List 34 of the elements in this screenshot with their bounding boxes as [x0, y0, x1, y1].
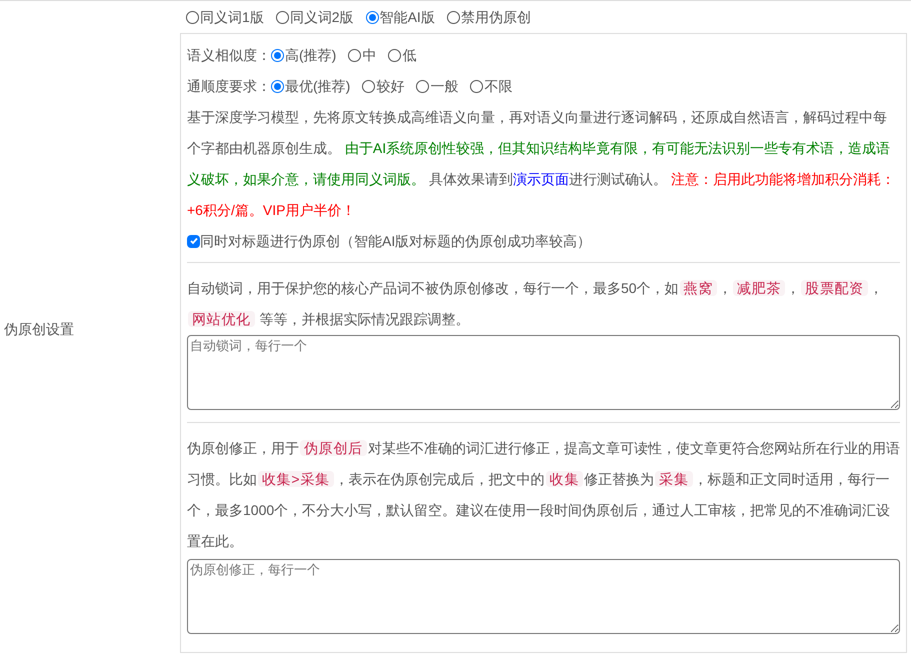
radio-label: 中 — [362, 46, 376, 65]
radio-button[interactable] — [186, 10, 199, 24]
ai-description: 基于深度学习模型，先将原文转换成高维语义向量，再对语义向量进行逐词解码，还原成自然语言，解码过程中每个字都由机器原创生成。 由于AI系统原创性较强，但其知识结构毕竟有限，有可能无法识别一些专有术语，造成语义破坏，如果介意，请使用同义词版。 具体效果请到演示页面进行测试确认。 注意：启用此功能将增加积分消耗：+6积分/篇。VIP用户半价！ — [187, 108, 896, 220]
radio-label: 一般 — [430, 77, 458, 96]
checkbox[interactable] — [187, 234, 200, 248]
radio-label: 禁用伪原创 — [460, 8, 531, 26]
option-label: 通顺度要求： — [187, 77, 271, 96]
radio-button-checked[interactable] — [271, 80, 284, 93]
check-icon — [188, 236, 198, 246]
radio-label: 同义词2版 — [290, 8, 354, 26]
radio-label: 最优(推荐) — [285, 77, 350, 96]
corrections-field[interactable]: 伪原创修正，每行一个 — [187, 559, 900, 634]
radio-label: 不限 — [484, 77, 512, 96]
radio-button[interactable] — [362, 80, 376, 93]
radio-button[interactable] — [276, 10, 289, 24]
lock-words-description: 自动锁词，用于保护您的核心产品词不被伪原创修改，每行一个，最多50个，如 燕窝 ， 减肥茶 ， 股票配资 ， 网站优化 等等，并根据实际情况跟踪调整。 — [187, 279, 884, 329]
radio-button[interactable] — [388, 49, 402, 62]
option-label: 语义相似度： — [187, 46, 271, 65]
radio-label: 高(推荐) — [285, 46, 336, 65]
radio-button[interactable] — [470, 80, 484, 93]
lock-words-field[interactable]: 自动锁词，每行一个 — [187, 335, 900, 410]
corrections-description: 伪原创修正，用于 伪原创后 对某些不准确的词汇进行修正，提高文章可读性，使文章更符合您网站所在行业的用语习惯。比如 收集>采集 ，表示在伪原创完成后，把文中的 收集 修正替换为 采集 ，标题和正文同时适用，每行一个，最多1000个，不分大小写，默认留空。建议在使用一段时间伪原创后，通过人工审核，把常见的不准确词汇设置在此。 — [187, 439, 900, 551]
radio-label: 同义词1版 — [200, 8, 264, 26]
radio-button[interactable] — [348, 49, 362, 62]
radio-label: 低 — [402, 46, 416, 65]
radio-button[interactable] — [416, 80, 430, 93]
radio-button-checked[interactable] — [271, 49, 284, 62]
radio-label: 较好 — [376, 77, 404, 96]
demo-page-link[interactable]: 演示页面 — [512, 171, 569, 187]
section-label: 伪原创设置 — [4, 320, 74, 339]
checkbox-label: 同时对标题进行伪原创（智能AI版对标题的伪原创成功率较高） — [200, 232, 592, 250]
radio-label: 智能AI版 — [380, 8, 435, 26]
radio-button-checked[interactable] — [366, 10, 379, 24]
radio-button[interactable] — [446, 10, 460, 24]
